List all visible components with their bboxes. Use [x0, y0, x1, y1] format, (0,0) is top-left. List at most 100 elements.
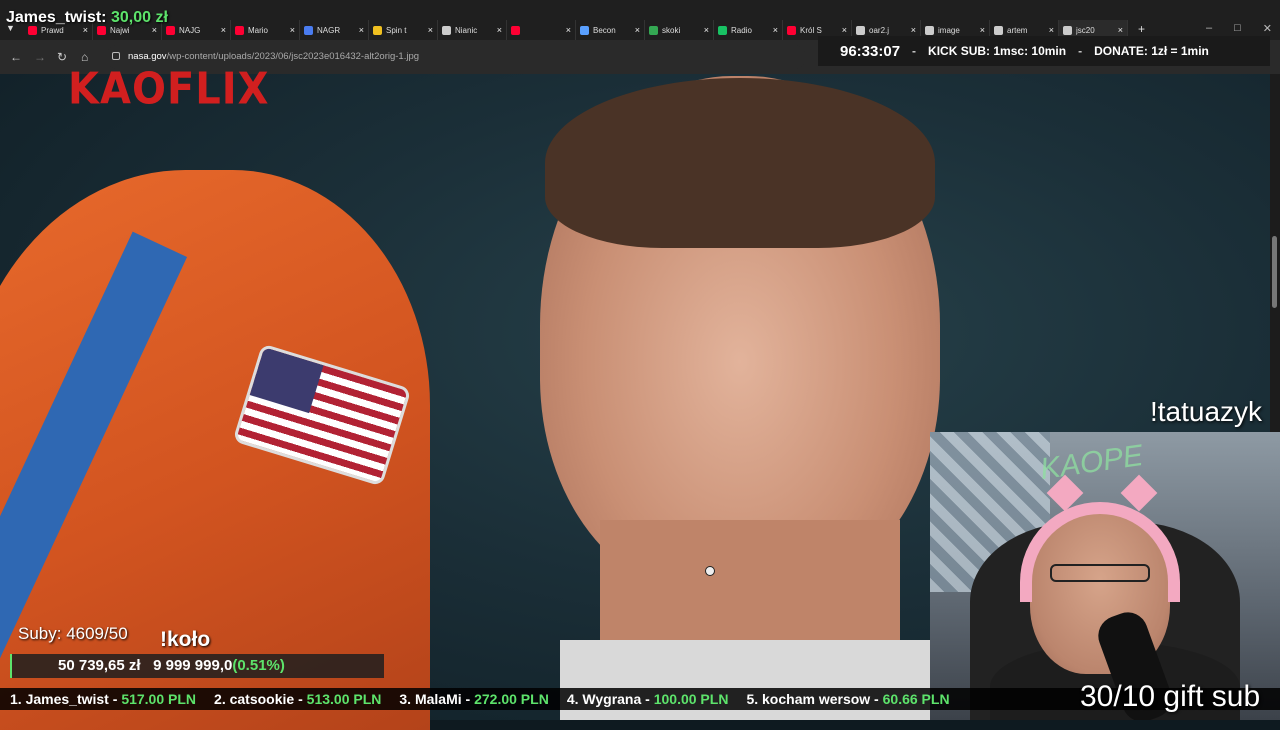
kaoflix-logo: KAOFLIX [68, 63, 270, 115]
page-icon [442, 25, 451, 35]
tab-title: skoki [662, 25, 681, 35]
window-controls: – □ ✕ [1206, 22, 1272, 35]
ticker-item: 3. MalaMi - 272.00 PLN [399, 691, 549, 707]
youtube-icon [235, 25, 244, 35]
ticker-value: 272.00 PLN [474, 691, 549, 707]
browser-tab[interactable]: Nianic × [438, 20, 507, 40]
url-path: /wp-content/uploads/2023/06/jsc2023e0164… [166, 51, 420, 62]
last-donor: James_twist: 30,00 zł [6, 9, 168, 27]
close-tab-icon[interactable]: × [1049, 25, 1054, 35]
browser-tab[interactable]: Becon × [576, 20, 645, 40]
close-tab-icon[interactable]: × [290, 25, 295, 35]
tab-title: oar2.j [869, 25, 890, 35]
close-tab-icon[interactable]: × [497, 25, 502, 35]
donate-rate: DONATE: 1zł = 1min [1094, 44, 1209, 58]
minimize-icon[interactable]: – [1206, 22, 1212, 35]
reload-icon[interactable]: ↻ [57, 50, 67, 64]
ticker-value: 60.66 PLN [882, 691, 950, 707]
subathon-timer: 96:33:07 [840, 42, 901, 60]
site-info-icon[interactable] [112, 52, 120, 60]
close-tab-icon[interactable]: × [704, 25, 709, 35]
close-tab-icon[interactable]: × [980, 25, 985, 35]
browser-tab[interactable]: Spin t × [369, 20, 438, 40]
sub-counter: Suby: 4609/50 [18, 624, 128, 643]
page-icon [580, 25, 589, 35]
close-tab-icon[interactable]: × [842, 25, 847, 35]
tab-title: NAJG [179, 25, 201, 35]
tab-title: Mario [248, 25, 269, 35]
new-tab-icon[interactable]: + [1138, 22, 1145, 36]
youtube-icon [787, 25, 796, 35]
ticker-value: 517.00 PLN [121, 691, 197, 707]
app-icon [373, 25, 382, 35]
ticker-item: 1. James_twist - 517.00 PLN [10, 691, 197, 707]
google-icon [994, 25, 1003, 35]
close-tab-icon[interactable]: × [221, 25, 226, 35]
ticker-name: MalaMi [414, 691, 462, 707]
tab-title: Spin t [386, 25, 407, 35]
close-tab-icon[interactable]: × [635, 25, 640, 35]
kick-sub-rate: KICK SUB: 1msc: 10min [928, 44, 1067, 58]
ticker-name: Wygrana [582, 691, 642, 707]
gift-sub-counter: 30/10 gift sub [1080, 680, 1261, 713]
doc-icon [304, 25, 313, 35]
webcam-feed: KAOPE [930, 432, 1280, 720]
chat-command: !tatuazyk [1150, 396, 1263, 427]
close-window-icon[interactable]: ✕ [1263, 22, 1272, 35]
ticker-rank: 3. [399, 691, 412, 707]
forward-icon[interactable]: → [34, 50, 46, 64]
ticker-value: 513.00 PLN [306, 691, 382, 707]
donation-goal-text: 50 739,65 zł 9 999 999,0(0.51%) [58, 657, 285, 674]
zoom-cursor-icon [705, 566, 715, 576]
close-tab-icon[interactable]: × [359, 25, 364, 35]
ticker-item: 2. catsookie - 513.00 PLN [214, 691, 382, 707]
tab-title: Becon [593, 25, 616, 35]
browser-tab[interactable]: Radio × [714, 20, 783, 40]
maximize-icon[interactable]: □ [1234, 22, 1241, 35]
tab-title: Radio [731, 25, 752, 35]
close-tab-icon[interactable]: × [911, 25, 916, 35]
globe-icon [925, 25, 934, 35]
tab-title: jsc20 [1076, 25, 1095, 35]
scrollbar-thumb[interactable] [1272, 236, 1277, 308]
url-host: nasa.gov [128, 51, 167, 62]
close-tab-icon[interactable]: × [566, 25, 571, 35]
tab-title: image [938, 25, 960, 35]
wheel-command: !koło [160, 628, 211, 651]
glasses [1050, 564, 1150, 582]
ticker-name: catsookie [229, 691, 295, 707]
goal-target: 9 999 999,0 [153, 657, 233, 674]
browser-tab[interactable]: × [507, 20, 576, 40]
close-tab-icon[interactable]: × [773, 25, 778, 35]
ticker-value: 100.00 PLN [653, 691, 729, 707]
tab-title: NAGR [317, 25, 341, 35]
ticker-rank: 4. [566, 691, 579, 707]
tab-title: artem [1007, 25, 1028, 35]
close-tab-icon[interactable]: × [1118, 25, 1123, 35]
tab-title: Nianic [455, 25, 478, 35]
close-tab-icon[interactable]: × [428, 25, 433, 35]
ticker-name: kocham wersow [762, 691, 871, 707]
ticker-rank: 5. [746, 691, 759, 707]
drive-icon [649, 25, 658, 35]
stream-stats-bar: 96:33:07 - KICK SUB: 1msc: 10min - DONAT… [818, 36, 1270, 66]
wall-graffiti: KAOPE [1038, 438, 1146, 487]
browser-tab[interactable]: NAGR × [300, 20, 369, 40]
ticker-rank: 1. [10, 691, 22, 707]
browser-tab[interactable]: Mario × [231, 20, 300, 40]
astronaut-hair [545, 78, 935, 248]
back-icon[interactable]: ← [10, 50, 22, 64]
ticker-rank: 2. [214, 691, 226, 707]
dot-icon [718, 25, 727, 35]
browser-tab[interactable]: NAJG × [162, 20, 231, 40]
donor-amount: 30,00 zł [110, 9, 168, 26]
browser-tab[interactable]: skoki × [645, 20, 714, 40]
page-icon [856, 25, 865, 35]
tab-title: Król S [800, 25, 822, 35]
page-icon [1063, 25, 1072, 35]
ticker-name: James_twist [25, 691, 109, 707]
youtube-icon [511, 25, 520, 35]
donor-name: James_twist: [6, 9, 107, 26]
ticker-item: 4. Wygrana - 100.00 PLN [566, 691, 729, 707]
home-icon[interactable]: ⌂ [81, 50, 88, 64]
